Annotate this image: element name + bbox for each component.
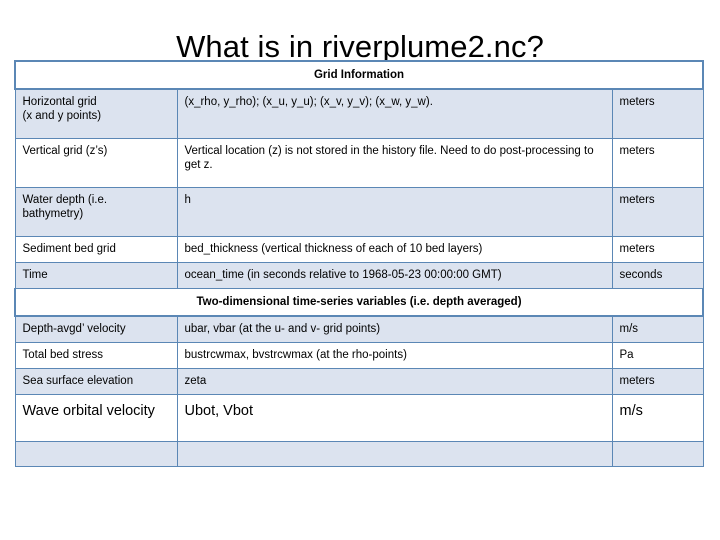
variable-name-cell: Water depth (i.e. bathymetry) [14, 187, 178, 237]
table-row: Wave orbital velocity Ubot, Vbot m/s [14, 394, 704, 442]
variable-description-cell: ocean_time (in seconds relative to 1968-… [176, 262, 613, 289]
variable-name-cell: Depth-avgd’ velocity [14, 315, 178, 343]
table-row [14, 441, 704, 467]
variable-name-cell: Horizontal grid (x and y points) [14, 88, 178, 139]
variable-units-cell: meters [611, 236, 704, 263]
variable-name-cell: Sediment bed grid [14, 236, 178, 263]
variable-name-cell: Wave orbital velocity [14, 394, 178, 442]
variable-description-cell: bed_thickness (vertical thickness of eac… [176, 236, 613, 263]
variable-description-cell: Vertical location (z) is not stored in t… [176, 138, 613, 188]
table-row: Depth-avgd’ velocity ubar, vbar (at the u… [14, 315, 704, 343]
table-row: Sediment bed grid bed_thickness (vertical… [14, 236, 704, 263]
table-row: Water depth (i.e. bathymetry) h meters [14, 187, 704, 237]
variable-units-cell: meters [611, 88, 704, 139]
table-row: Sea surface elevation zeta meters [14, 368, 704, 395]
table-body: Grid Information Horizontal grid (x and y … [13, 60, 705, 467]
variable-description-cell: bustrcwmax, bvstrcwmax (at the rho-point… [176, 342, 613, 369]
variable-description-cell: (x_rho, y_rho); (x_u, y_u); (x_v, y_v); … [176, 88, 613, 139]
variable-name-cell: Time [14, 262, 178, 289]
variables-table: Grid Information Horizontal grid (x and y … [13, 60, 705, 467]
variable-units-cell: m/s [611, 394, 704, 442]
table-section-header-row: Two-dimensional time-series variables (i… [13, 288, 705, 317]
table-row: Horizontal grid (x and y points) (x_rho, y… [14, 88, 704, 139]
variable-name-cell: Sea surface elevation [14, 368, 178, 395]
table-row: Vertical grid (z’s) Vertical location (z)… [14, 138, 704, 188]
section-header-label: Two-dimensional time-series variables (i… [13, 288, 705, 317]
table-row: Total bed stress bustrcwmax, bvstrcwmax (… [14, 342, 704, 369]
variable-name-cell: Vertical grid (z’s) [14, 138, 178, 188]
variable-units-cell: Pa [611, 342, 704, 369]
variable-units-cell: meters [611, 187, 704, 237]
variable-description-cell: h [176, 187, 613, 237]
variable-description-cell [176, 441, 613, 467]
section-header-label: Grid Information [13, 60, 705, 90]
variable-name-cell: Total bed stress [14, 342, 178, 369]
variable-name-cell [14, 441, 178, 467]
table-section-header-row: Grid Information [13, 60, 705, 90]
variable-units-cell: meters [611, 138, 704, 188]
variable-units-cell [611, 441, 704, 467]
variable-units-cell: seconds [611, 262, 704, 289]
variable-description-cell: zeta [176, 368, 613, 395]
variable-description-cell: ubar, vbar (at the u- and v- grid points… [176, 315, 613, 343]
variable-description-cell: Ubot, Vbot [176, 394, 613, 442]
variable-units-cell: m/s [611, 315, 704, 343]
table-row: Time ocean_time (in seconds relative to 1… [14, 262, 704, 289]
variable-units-cell: meters [611, 368, 704, 395]
